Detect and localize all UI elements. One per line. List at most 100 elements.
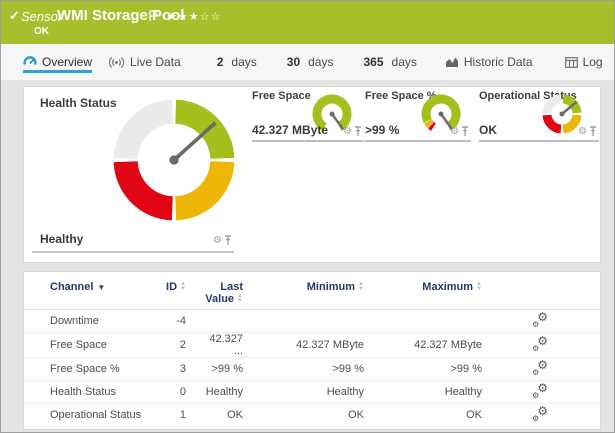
table-row: Free Space % 3 >99 % >99 % >99 % ⚙ ⚙ [24, 357, 600, 381]
operational-gauge-value: OK [479, 123, 497, 137]
tab-live-data[interactable]: Live Data [108, 44, 181, 80]
cell-maximum: 42.327 MByte [366, 332, 484, 358]
table-row: Free Space 2 42.327 ... 42.327 MByte 42.… [24, 332, 600, 358]
sort-icon: ▲ ▼ [180, 281, 186, 293]
tab-2-days-number: 2 [216, 55, 224, 69]
free-space-pct-gauge-value: >99 % [365, 123, 400, 137]
channel-settings-icon[interactable]: ⚙ ⚙ [532, 311, 548, 329]
cell-channel: Operational Status [24, 403, 164, 427]
cell-minimum: Healthy [246, 380, 366, 404]
tab-30-days-unit: days [308, 55, 334, 69]
cell-minimum [246, 310, 366, 333]
tab-365-days-unit: days [391, 55, 417, 69]
historic-data-icon [445, 57, 458, 67]
sort-icon: ▲ ▼ [476, 281, 482, 293]
tab-2-days-unit: days [231, 55, 257, 69]
priority-flag-icon[interactable] [148, 9, 158, 27]
cell-maximum: >99 % [366, 357, 484, 381]
cell-channel: Downtime [50, 315, 99, 327]
cell-id: 1 [164, 403, 204, 427]
cell-channel: Free Space % [24, 357, 164, 381]
cell-last-value: >99 % [204, 357, 246, 381]
sort-desc-icon: ▼ [97, 283, 106, 292]
health-status-gauge-cell: Health Status Healthy ⚙ [32, 93, 235, 253]
sort-icon: ▲ ▼ [237, 293, 243, 305]
column-header-minimum[interactable]: Minimum ▲ ▼ [246, 272, 366, 310]
tab-historic-data-label: Historic Data [463, 55, 533, 69]
column-header-minimum-label: Minimum [306, 281, 356, 293]
cell-id: -4 [176, 315, 186, 327]
column-header-last-label: Last [220, 281, 243, 293]
tab-365-days[interactable]: 365 days [363, 44, 416, 80]
gauge-gear-icon[interactable]: ⚙ [343, 126, 352, 137]
health-status-gauge [113, 99, 235, 221]
table-row: Health Status 0 Healthy Healthy Healthy … [24, 380, 600, 404]
stars-filled[interactable]: ★★★ [167, 11, 200, 23]
tab-overview[interactable]: Overview [23, 44, 93, 80]
free-space-gauge-value: 42.327 MByte [252, 123, 329, 137]
cell-maximum: OK [366, 403, 484, 427]
table-row: Downtime -4 ⚙ ⚙ [24, 310, 600, 333]
sort-icon: ▲ ▼ [358, 281, 364, 293]
channel-settings-icon[interactable]: ⚙ ⚙ [532, 405, 548, 423]
status-check-icon: ✓ [9, 8, 20, 23]
column-header-id-label: ID [166, 281, 178, 293]
cell-id: 2 [164, 332, 204, 358]
tab-log[interactable]: Log [564, 44, 603, 80]
gauge-pin-icon[interactable] [461, 126, 469, 137]
column-header-maximum[interactable]: Maximum ▲ ▼ [366, 272, 484, 310]
tab-historic-data[interactable]: Historic Data [445, 44, 533, 80]
cell-minimum: 42.327 MByte [246, 332, 366, 358]
sensor-page: ✓ Sensor WMI Storage Pool ★★★☆☆ OK Overv… [0, 0, 615, 433]
channel-table-panel: Channel ▼ ID ▲ ▼ Last Value ▲ ▼ Minimum ▲ ▼ Max… [23, 271, 601, 430]
free-space-pct-gauge-cell: Free Space % >99 % ⚙ [365, 90, 471, 142]
sensor-header: ✓ Sensor WMI Storage Pool ★★★☆☆ OK [1, 1, 614, 44]
cell-id: 3 [164, 357, 204, 381]
column-header-id[interactable]: ID ▲ ▼ [164, 272, 204, 310]
column-header-value-label: Value [205, 293, 235, 305]
tab-overview-label: Overview [42, 55, 93, 69]
channel-settings-icon[interactable]: ⚙ ⚙ [532, 335, 548, 353]
column-header-settings [484, 272, 600, 310]
channel-table: Channel ▼ ID ▲ ▼ Last Value ▲ ▼ Minimum ▲ ▼ Max… [24, 272, 600, 427]
health-gauge-title: Health Status [40, 96, 117, 110]
gauge-gear-icon[interactable]: ⚙ [213, 235, 222, 246]
tab-30-days-number: 30 [286, 55, 301, 69]
tab-bar: Overview Live Data 2 days 30 days 365 da… [1, 44, 614, 80]
tab-log-label: Log [582, 55, 603, 69]
column-header-last-value[interactable]: Last Value ▲ ▼ [204, 272, 246, 310]
cell-last-value: 42.327 ... [204, 332, 246, 358]
column-header-channel[interactable]: Channel ▼ [24, 272, 164, 310]
table-row: Operational Status 1 OK OK OK ⚙ ⚙ [24, 403, 600, 427]
priority-stars[interactable]: ★★★☆☆ [167, 10, 221, 23]
channel-settings-icon[interactable]: ⚙ ⚙ [532, 382, 548, 400]
live-data-icon [108, 56, 125, 68]
stars-empty[interactable]: ☆☆ [200, 11, 222, 23]
gauge-icon [23, 56, 37, 65]
cell-last-value: Healthy [204, 380, 246, 404]
gauge-pin-icon[interactable] [354, 126, 362, 137]
sensor-title: WMI Storage Pool [57, 7, 185, 24]
operational-status-gauge-cell: Operational Status OK ⚙ [479, 90, 599, 142]
cell-minimum: >99 % [246, 357, 366, 381]
cell-maximum [366, 310, 484, 333]
gauge-gear-icon[interactable]: ⚙ [450, 126, 459, 137]
gauge-pin-icon[interactable] [224, 235, 232, 246]
cell-id: 0 [164, 380, 204, 404]
cell-last-value [204, 310, 246, 333]
free-space-gauge-cell: Free Space 42.327 MByte ⚙ [252, 90, 364, 142]
free-space-gauge-title: Free Space [252, 90, 311, 102]
tab-30-days[interactable]: 30 days [287, 44, 334, 80]
sensor-status-text: OK [34, 26, 49, 37]
gauge-gear-icon[interactable]: ⚙ [578, 126, 587, 137]
channel-settings-icon[interactable]: ⚙ ⚙ [532, 359, 548, 377]
overview-panel: Health Status Healthy ⚙ Free Space 42.32… [23, 86, 601, 263]
column-header-maximum-label: Maximum [422, 281, 474, 293]
cell-last-value: OK [204, 403, 246, 427]
gauge-pin-icon[interactable] [589, 126, 597, 137]
cell-channel: Health Status [24, 380, 164, 404]
tab-2-days[interactable]: 2 days [217, 44, 257, 80]
health-gauge-value: Healthy [40, 232, 84, 246]
tab-live-data-label: Live Data [130, 55, 181, 69]
tab-365-days-number: 365 [363, 55, 384, 69]
